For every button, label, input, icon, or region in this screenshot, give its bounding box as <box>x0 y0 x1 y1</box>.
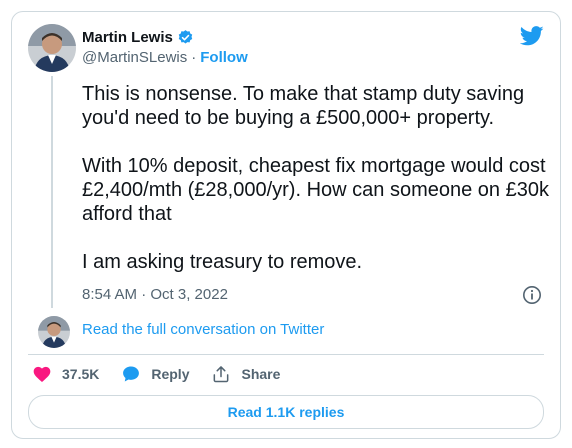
tweet-body: This is nonsense. To make that stamp dut… <box>82 82 552 298</box>
share-icon <box>214 366 229 383</box>
info-icon[interactable] <box>522 285 542 305</box>
handle-separator: · <box>191 49 197 66</box>
author-avatar[interactable] <box>28 24 76 72</box>
tweet-paragraph: With 10% deposit, cheapest fix mortgage … <box>82 155 549 225</box>
tweet-actions: 37.5K Reply Share <box>32 364 280 384</box>
twitter-bird-icon[interactable] <box>519 26 544 46</box>
tweet-card: Martin Lewis @MartinSLewis · Follow This… <box>11 11 561 439</box>
conversation-avatar <box>38 316 70 348</box>
share-label: Share <box>241 366 281 382</box>
tweet-timestamp[interactable]: 8:54 AM · Oct 3, 2022 <box>82 286 228 303</box>
tweet-paragraph: I am asking treasury to remove. <box>82 251 363 273</box>
reply-label: Reply <box>151 366 190 382</box>
author-handle[interactable]: @MartinSLewis <box>82 49 187 66</box>
reply-bubble-icon <box>123 366 140 382</box>
author-handle-row: @MartinSLewis · Follow <box>82 49 248 66</box>
share-button[interactable]: Share <box>211 364 280 384</box>
follow-button[interactable]: Follow <box>200 49 248 66</box>
author-name-row[interactable]: Martin Lewis <box>82 29 194 46</box>
divider <box>28 354 544 355</box>
tweet-paragraph: This is nonsense. To make that stamp dut… <box>82 83 525 129</box>
reply-button[interactable]: Reply <box>121 364 189 384</box>
read-conversation-link[interactable]: Read the full conversation on Twitter <box>82 321 324 338</box>
read-replies-button[interactable]: Read 1.1K replies <box>28 395 544 429</box>
verified-badge-icon <box>177 29 194 46</box>
author-display-name[interactable]: Martin Lewis <box>82 29 173 46</box>
like-button[interactable]: 37.5K <box>32 364 99 384</box>
heart-icon <box>33 366 51 382</box>
like-count: 37.5K <box>62 366 100 382</box>
thread-line <box>51 76 53 308</box>
